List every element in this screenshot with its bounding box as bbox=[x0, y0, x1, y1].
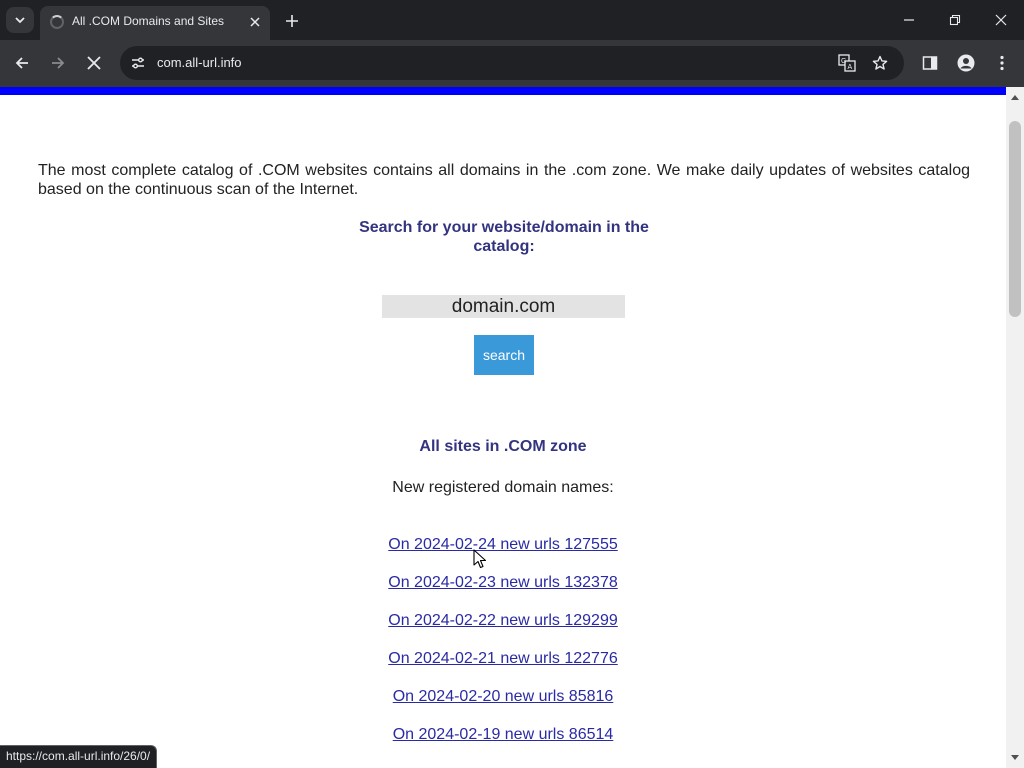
close-icon bbox=[250, 17, 260, 27]
back-button[interactable] bbox=[9, 50, 35, 76]
site-info-button[interactable] bbox=[128, 53, 148, 73]
triangle-down-icon bbox=[1011, 755, 1019, 760]
svg-text:A: A bbox=[848, 64, 853, 71]
minimize-icon bbox=[904, 19, 914, 21]
search-button[interactable]: search bbox=[474, 335, 534, 375]
tab-title: All .COM Domains and Sites bbox=[72, 14, 225, 28]
daily-link[interactable]: On 2024-02-20 new urls 85816 bbox=[0, 688, 1006, 726]
stop-button[interactable] bbox=[81, 50, 107, 76]
daily-link[interactable]: On 2024-02-21 new urls 122776 bbox=[0, 650, 1006, 688]
side-panel-icon bbox=[922, 56, 938, 70]
daily-link[interactable]: On 2024-02-24 new urls 127555 bbox=[0, 536, 1006, 574]
restore-button[interactable] bbox=[940, 6, 970, 34]
zone-heading: All sites in .COM zone bbox=[419, 438, 587, 455]
chevron-down-icon bbox=[15, 17, 25, 24]
translate-icon: GA bbox=[838, 54, 856, 72]
side-panel-button[interactable] bbox=[917, 50, 943, 76]
arrow-left-icon bbox=[15, 57, 28, 69]
minimize-button[interactable] bbox=[894, 6, 924, 34]
daily-link[interactable]: On 2024-02-22 new urls 129299 bbox=[0, 612, 1006, 650]
bookmark-button[interactable] bbox=[870, 53, 890, 73]
tune-icon bbox=[132, 57, 144, 69]
intro-text: The most complete catalog of .COM websit… bbox=[38, 162, 970, 198]
address-bar[interactable]: com.all-url.info GA bbox=[120, 46, 904, 80]
close-icon bbox=[995, 14, 1007, 26]
forward-button[interactable] bbox=[45, 50, 71, 76]
browser-tab[interactable]: All .COM Domains and Sites bbox=[40, 6, 270, 40]
close-window-button[interactable] bbox=[986, 6, 1016, 34]
plus-icon bbox=[286, 15, 298, 27]
stop-icon bbox=[87, 56, 101, 70]
scroll-down-button[interactable] bbox=[1006, 750, 1024, 766]
header-accent-strip bbox=[0, 87, 1006, 95]
new-tab-button[interactable] bbox=[281, 10, 303, 32]
restore-icon bbox=[949, 14, 961, 26]
address-url: com.all-url.info bbox=[157, 55, 242, 70]
kebab-menu-icon bbox=[1000, 55, 1004, 71]
search-heading: Search for your website/domain in the ca… bbox=[359, 219, 649, 255]
browser-toolbar: com.all-url.info GA bbox=[0, 40, 1024, 87]
profile-icon bbox=[957, 54, 975, 72]
daily-links-list: On 2024-02-24 new urls 127555 On 2024-02… bbox=[0, 536, 1006, 764]
status-url-bubble: https://com.all-url.info/26/0/ bbox=[0, 745, 158, 768]
tab-strip: All .COM Domains and Sites bbox=[0, 0, 1024, 40]
scroll-up-button[interactable] bbox=[1006, 89, 1024, 105]
spinner-icon bbox=[50, 15, 64, 29]
translate-button[interactable]: GA bbox=[837, 53, 857, 73]
domain-search-input[interactable] bbox=[382, 295, 625, 318]
tab-close-button[interactable] bbox=[246, 13, 264, 31]
profile-button[interactable] bbox=[953, 50, 979, 76]
tab-search-button[interactable] bbox=[6, 7, 34, 33]
svg-text:G: G bbox=[841, 58, 846, 65]
browser-menu-button[interactable] bbox=[989, 50, 1015, 76]
scroll-thumb[interactable] bbox=[1009, 121, 1021, 317]
star-icon bbox=[872, 55, 888, 70]
page-content: The most complete catalog of .COM websit… bbox=[0, 95, 1006, 768]
arrow-right-icon bbox=[52, 57, 65, 69]
mouse-cursor-icon bbox=[473, 549, 487, 569]
daily-link[interactable]: On 2024-02-23 new urls 132378 bbox=[0, 574, 1006, 612]
vertical-scrollbar[interactable] bbox=[1006, 87, 1024, 768]
triangle-up-icon bbox=[1011, 95, 1019, 100]
new-registered-label: New registered domain names: bbox=[392, 479, 614, 496]
